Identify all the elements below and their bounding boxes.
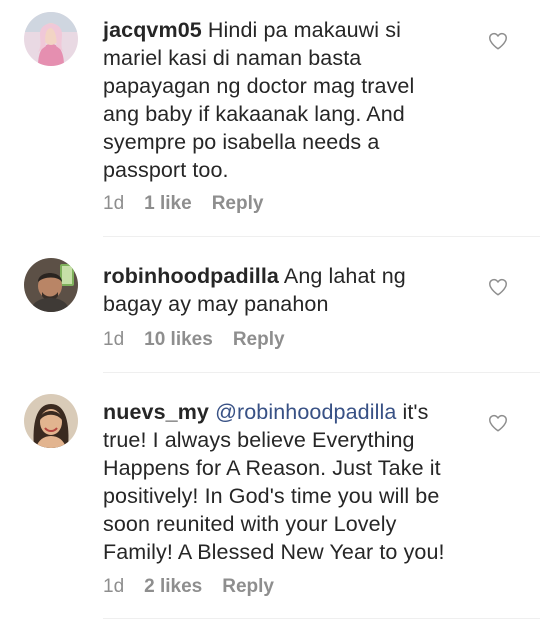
heart-icon[interactable] <box>487 276 509 298</box>
comment-username[interactable]: nuevs_my <box>103 400 209 424</box>
comment-line: passport too. <box>103 158 229 182</box>
like-count-button[interactable]: 1 like <box>144 193 192 214</box>
comment-line: Ang lahat ng <box>283 264 406 288</box>
heart-icon[interactable] <box>487 412 509 434</box>
comment-meta: 1d 2 likes Reply <box>103 575 294 599</box>
comment-timestamp: 1d <box>103 329 125 350</box>
comment-line: it's <box>402 400 429 424</box>
comment-divider <box>103 372 540 373</box>
comment-line: bagay ay may panahon <box>103 292 329 316</box>
comment-divider <box>103 618 540 619</box>
reply-button[interactable]: Reply <box>212 193 264 214</box>
comment-line: syempre po isabella needs a <box>103 130 380 154</box>
comment-text: jacqvm05 Hindi pa makauwi si mariel kasi… <box>103 16 471 184</box>
mention-link[interactable]: @robinhoodpadilla <box>215 400 396 424</box>
comment-line: mariel kasi di naman basta <box>103 46 362 70</box>
comment-meta: 1d 1 like Reply <box>103 192 283 216</box>
avatar[interactable] <box>24 394 78 448</box>
comment-meta: 1d 10 likes Reply <box>103 328 305 352</box>
comment-username[interactable]: jacqvm05 <box>103 18 202 42</box>
user-avatar-man-icon <box>24 258 78 312</box>
comment-timestamp: 1d <box>103 576 125 597</box>
comment-line: positively! In God's time you will be <box>103 484 440 508</box>
like-count-button[interactable]: 2 likes <box>144 576 202 597</box>
user-avatar-woman-icon <box>24 394 78 448</box>
reply-button[interactable]: Reply <box>222 576 274 597</box>
comment-line: soon reunited with your Lovely <box>103 512 397 536</box>
comment-timestamp: 1d <box>103 193 125 214</box>
like-count-button[interactable]: 10 likes <box>144 329 213 350</box>
comment-line: papayagan ng doctor mag travel <box>103 74 415 98</box>
reply-button[interactable]: Reply <box>233 329 285 350</box>
comment-line: ang baby if kakaanak lang. And <box>103 102 405 126</box>
comment-text: nuevs_my @robinhoodpadilla it's true! I … <box>103 398 471 566</box>
comment-line: Family! A Blessed New Year to you! <box>103 540 445 564</box>
comment-username[interactable]: robinhoodpadilla <box>103 264 279 288</box>
comment-text: robinhoodpadilla Ang lahat ng bagay ay m… <box>103 262 471 318</box>
comment-line: true! I always believe Everything <box>103 428 415 452</box>
avatar[interactable] <box>24 258 78 312</box>
user-avatar-woman-pink-icon <box>24 12 78 66</box>
avatar[interactable] <box>24 12 78 66</box>
comment-divider <box>103 236 540 237</box>
heart-icon[interactable] <box>487 30 509 52</box>
comment-line: Happens for A Reason. Just Take it <box>103 456 441 480</box>
comment-line: Hindi pa makauwi si <box>207 18 401 42</box>
